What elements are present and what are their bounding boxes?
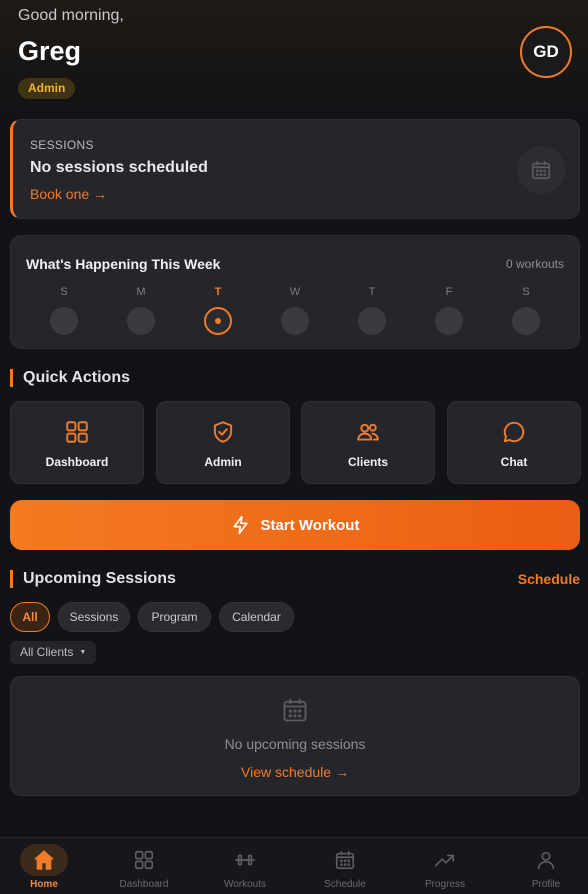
- start-workout-label: Start Workout: [260, 516, 360, 534]
- shield-check-icon: [213, 421, 233, 443]
- calendar-icon: [517, 146, 565, 194]
- schedule-link[interactable]: Schedule: [518, 571, 580, 587]
- quick-action-clients[interactable]: Clients: [301, 401, 435, 484]
- week-title: What's Happening This Week: [26, 256, 221, 272]
- sessions-label: SESSIONS: [30, 138, 94, 152]
- week-day: F: [429, 286, 469, 335]
- trend-up-icon: [435, 854, 455, 867]
- filter-tab-all[interactable]: All: [10, 602, 50, 632]
- start-workout-button[interactable]: Start Workout: [10, 500, 580, 550]
- sessions-card: SESSIONS No sessions scheduled Book one …: [10, 119, 580, 219]
- sessions-status: No sessions scheduled: [30, 159, 208, 176]
- quick-action-admin[interactable]: Admin: [156, 401, 290, 484]
- nav-label: Profile: [531, 879, 561, 890]
- week-card: What's Happening This Week 0 workouts S M…: [10, 235, 580, 349]
- view-schedule-link[interactable]: View schedule →: [11, 764, 579, 780]
- greeting-text: Good morning,: [18, 7, 124, 24]
- home-icon: [33, 850, 55, 870]
- header: Good morning, Greg Admin GD: [0, 0, 588, 115]
- week-day-indicator: [512, 307, 540, 335]
- nav-progress[interactable]: Progress: [396, 838, 494, 894]
- quick-action-label: Dashboard: [45, 455, 109, 469]
- book-session-link[interactable]: Book one →: [30, 186, 107, 202]
- dumbbell-icon: [235, 854, 255, 866]
- quick-action-chat[interactable]: Chat: [447, 401, 581, 484]
- empty-message: No upcoming sessions: [224, 736, 366, 752]
- grid-icon: [66, 421, 88, 443]
- week-day-letter: W: [289, 286, 301, 298]
- nav-label: Progress: [424, 879, 465, 890]
- quick-actions-title: Quick Actions: [10, 369, 130, 387]
- week-day-indicator: [127, 307, 155, 335]
- upcoming-sessions-title: Upcoming Sessions: [10, 570, 176, 588]
- week-day: S: [506, 286, 546, 335]
- week-day-indicator: [281, 307, 309, 335]
- grid-icon: [134, 850, 154, 870]
- caret-down-icon: ▼: [79, 649, 87, 657]
- week-day-letter: S: [60, 286, 68, 298]
- week-day: T: [352, 286, 392, 335]
- bottom-nav: Home Dashboard Workouts Schedule Progres…: [0, 837, 588, 894]
- quick-action-label: Clients: [347, 455, 388, 469]
- role-badge: Admin: [18, 78, 76, 99]
- user-name: Greg: [18, 36, 82, 66]
- filter-tab-calendar[interactable]: Calendar: [219, 602, 294, 632]
- filter-tab-program[interactable]: Program: [138, 602, 211, 632]
- nav-home[interactable]: Home: [0, 838, 93, 894]
- week-day-indicator: [204, 307, 232, 335]
- week-day-indicator: [435, 307, 463, 335]
- quick-action-label: Admin: [204, 455, 242, 469]
- week-day: M: [121, 286, 161, 335]
- week-day-letter: S: [522, 286, 530, 298]
- filter-tab-sessions[interactable]: Sessions: [58, 602, 130, 632]
- calendar-icon: [335, 850, 355, 870]
- app-root: Good morning, Greg Admin GD SESSIONS No …: [0, 0, 588, 894]
- week-day-letter: T: [214, 286, 222, 298]
- nav-label: Home: [30, 879, 58, 890]
- week-day-letter: M: [136, 286, 146, 298]
- lightning-icon: [233, 515, 248, 535]
- nav-schedule[interactable]: Schedule: [296, 838, 394, 894]
- week-day-today: T: [198, 286, 238, 335]
- nav-dashboard[interactable]: Dashboard: [95, 838, 193, 894]
- client-filter-dropdown[interactable]: All Clients ▼: [10, 641, 97, 664]
- week-day: W: [275, 286, 315, 335]
- users-icon: [357, 423, 379, 441]
- calendar-icon: [283, 698, 307, 722]
- avatar[interactable]: GD: [520, 26, 572, 78]
- week-day-letter: F: [445, 286, 453, 298]
- user-icon: [537, 851, 555, 870]
- chat-bubble-icon: [503, 421, 525, 443]
- nav-profile[interactable]: Profile: [497, 838, 588, 894]
- upcoming-empty-state: No upcoming sessions View schedule →: [10, 676, 580, 796]
- nav-label: Workouts: [223, 879, 267, 890]
- week-day-letter: T: [368, 286, 376, 298]
- quick-action-dashboard[interactable]: Dashboard: [10, 401, 144, 484]
- nav-label: Schedule: [324, 879, 366, 890]
- quick-action-label: Chat: [500, 455, 528, 469]
- week-day-indicator: [50, 307, 78, 335]
- workout-count: 0 workouts: [505, 257, 564, 271]
- nav-label: Dashboard: [119, 879, 169, 890]
- nav-workouts[interactable]: Workouts: [196, 838, 294, 894]
- client-filter-value: All Clients: [20, 645, 74, 659]
- week-day: S: [44, 286, 84, 335]
- week-day-indicator: [358, 307, 386, 335]
